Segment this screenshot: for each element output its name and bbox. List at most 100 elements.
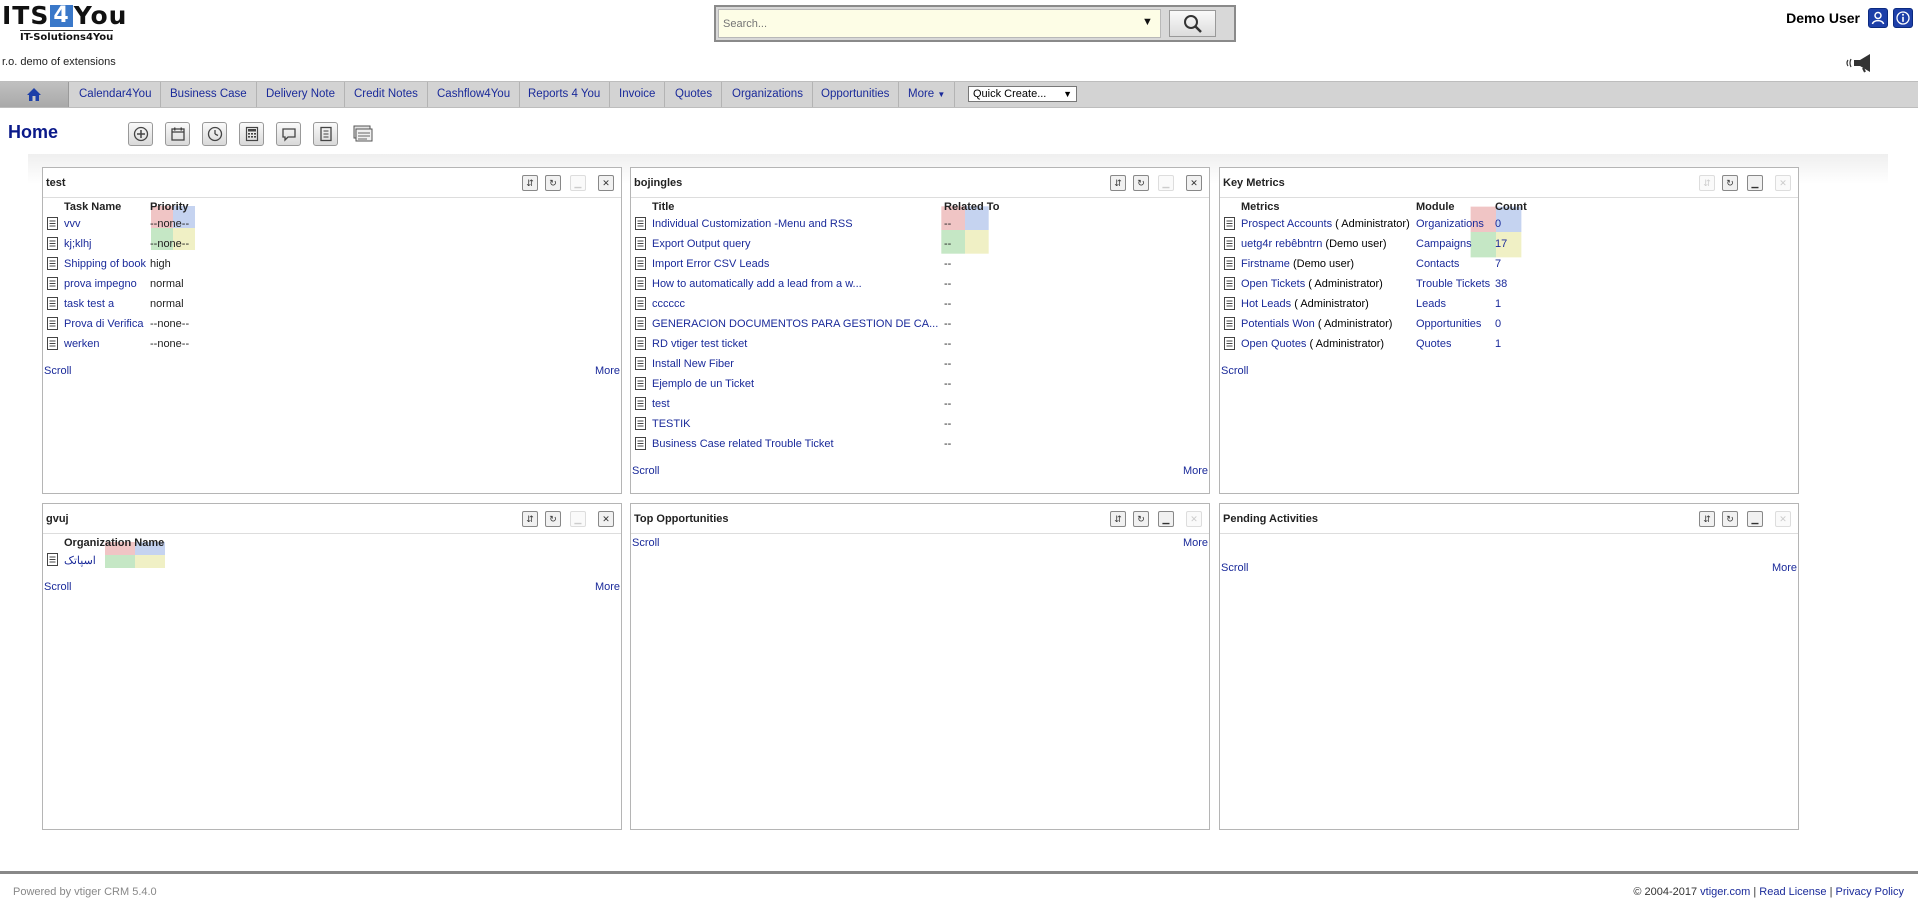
metric-module-link[interactable]: Leads <box>1416 298 1446 310</box>
add-widget-button[interactable] <box>128 122 153 146</box>
read-license-link[interactable]: Read License <box>1759 886 1826 898</box>
tab-credit-notes[interactable]: Credit Notes <box>345 82 428 107</box>
metric-count-link[interactable]: 1 <box>1495 298 1501 310</box>
widget-minimize-icon[interactable]: ▁ <box>1158 511 1174 527</box>
widget-scroll-link[interactable]: Scroll <box>632 537 660 549</box>
widget-refresh-icon[interactable]: ↻ <box>1133 511 1149 527</box>
layout-settings-button[interactable] <box>350 122 375 146</box>
tab-quotes[interactable]: Quotes <box>666 82 723 107</box>
quick-create-select[interactable]: Quick Create... ▼ <box>968 86 1077 102</box>
widget-more-link[interactable]: More <box>1183 537 1208 549</box>
tab-opportunities[interactable]: Opportunities <box>812 82 900 107</box>
widget-refresh-icon[interactable]: ↻ <box>1133 175 1149 191</box>
task-name-link[interactable]: kj;klhj <box>64 238 146 250</box>
organization-name-link[interactable]: اسپاتک <box>64 554 96 567</box>
privacy-policy-link[interactable]: Privacy Policy <box>1836 886 1904 898</box>
widget-settings-icon[interactable]: ⇵ <box>1110 511 1126 527</box>
ticket-title-link[interactable]: Import Error CSV Leads <box>652 258 942 270</box>
metric-name-link[interactable]: Open Tickets <box>1241 278 1305 290</box>
tab-organizations[interactable]: Organizations <box>723 82 813 107</box>
widget-settings-icon[interactable]: ⇵ <box>1110 175 1126 191</box>
its4you-logo[interactable]: ITS 4 You IT-Solutions4You <box>2 3 162 44</box>
metric-count-link[interactable]: 0 <box>1495 318 1501 330</box>
metric-name-link[interactable]: Hot Leads <box>1241 298 1291 310</box>
widget-minimize-icon[interactable]: ▁ <box>1747 175 1763 191</box>
widget-settings-icon[interactable]: ⇵ <box>522 511 538 527</box>
widget-scroll-link[interactable]: Scroll <box>1221 562 1249 574</box>
widget-more-link[interactable]: More <box>595 365 620 377</box>
metric-module-link[interactable]: Trouble Tickets <box>1416 278 1490 290</box>
task-name-link[interactable]: Prova di Verifica <box>64 318 148 330</box>
user-preferences-icon[interactable] <box>1868 8 1888 28</box>
column-header-count[interactable]: Count <box>1495 201 1527 213</box>
metric-count-link[interactable]: 1 <box>1495 338 1501 350</box>
widget-scroll-link[interactable]: Scroll <box>44 365 72 377</box>
widget-refresh-icon[interactable]: ↻ <box>1722 511 1738 527</box>
task-name-link[interactable]: Shipping of book <box>64 258 148 270</box>
metric-name-link[interactable]: Open Quotes <box>1241 338 1306 350</box>
nav-home-tab[interactable] <box>0 82 69 107</box>
metric-module-link[interactable]: Quotes <box>1416 338 1451 350</box>
search-input[interactable] <box>718 9 1161 38</box>
ticket-title-link[interactable]: RD vtiger test ticket <box>652 338 942 350</box>
ticket-title-link[interactable]: GENERACION DOCUMENTOS PARA GESTION DE CA… <box>652 318 942 330</box>
metric-count-link[interactable]: 7 <box>1495 258 1501 270</box>
tab-more[interactable]: More ▼ <box>899 82 956 107</box>
ticket-title-link[interactable]: How to automatically add a lead from a w… <box>652 278 942 290</box>
task-name-link[interactable]: prova impegno <box>64 278 146 290</box>
ticket-title-link[interactable]: TESTIK <box>652 418 942 430</box>
column-header-metrics[interactable]: Metrics <box>1241 201 1280 213</box>
vtiger-link[interactable]: vtiger.com <box>1700 886 1750 898</box>
widget-close-icon[interactable]: ✕ <box>598 511 614 527</box>
metric-count-link[interactable]: 17 <box>1495 238 1507 250</box>
widget-refresh-icon[interactable]: ↻ <box>545 511 561 527</box>
metric-count-link[interactable]: 0 <box>1495 218 1501 230</box>
column-header-task-name[interactable]: Task Name <box>64 201 121 213</box>
column-header-module[interactable]: Module <box>1416 201 1455 213</box>
tab-cashflow4you[interactable]: Cashflow4You <box>428 82 521 107</box>
widget-more-link[interactable]: More <box>1183 465 1208 477</box>
widget-more-link[interactable]: More <box>595 581 620 593</box>
widget-close-icon[interactable]: ✕ <box>1186 175 1202 191</box>
tab-reports-4-you[interactable]: Reports 4 You <box>519 82 611 107</box>
search-button[interactable] <box>1169 10 1216 37</box>
widget-minimize-icon[interactable]: ▁ <box>1747 511 1763 527</box>
column-header-priority[interactable]: Priority <box>150 201 189 213</box>
ticket-title-link[interactable]: Ejemplo de un Ticket <box>652 378 942 390</box>
metric-name-link[interactable]: Prospect Accounts <box>1241 218 1332 230</box>
widget-refresh-icon[interactable]: ↻ <box>545 175 561 191</box>
widget-scroll-link[interactable]: Scroll <box>44 581 72 593</box>
notebook-button[interactable] <box>313 122 338 146</box>
task-name-link[interactable]: vvv <box>64 218 146 230</box>
metric-count-link[interactable]: 38 <box>1495 278 1507 290</box>
add-todo-button[interactable] <box>202 122 227 146</box>
column-header-organization-name[interactable]: Organization Name <box>64 537 164 549</box>
task-name-link[interactable]: werken <box>64 338 146 350</box>
ticket-title-link[interactable]: Export Output query <box>652 238 942 250</box>
user-name[interactable]: Demo User <box>1786 10 1860 26</box>
metric-module-link[interactable]: Opportunities <box>1416 318 1481 330</box>
chat-button[interactable] <box>276 122 301 146</box>
widget-refresh-icon[interactable]: ↻ <box>1722 175 1738 191</box>
widget-settings-icon[interactable]: ⇵ <box>1699 511 1715 527</box>
metric-module-link[interactable]: Organizations <box>1416 218 1484 230</box>
widget-scroll-link[interactable]: Scroll <box>632 465 660 477</box>
info-icon[interactable] <box>1893 8 1913 28</box>
add-event-button[interactable] <box>165 122 190 146</box>
widget-settings-icon[interactable]: ⇵ <box>522 175 538 191</box>
ticket-title-link[interactable]: cccccc <box>652 298 942 310</box>
tab-delivery-note[interactable]: Delivery Note <box>257 82 346 107</box>
metric-name-link[interactable]: Potentials Won <box>1241 318 1315 330</box>
widget-more-link[interactable]: More <box>1772 562 1797 574</box>
search-dropdown-arrow-icon[interactable]: ▼ <box>1142 16 1154 30</box>
tab-business-case[interactable]: Business Case <box>161 82 257 107</box>
tab-calendar4you[interactable]: Calendar4You <box>70 82 162 107</box>
metric-module-link[interactable]: Contacts <box>1416 258 1459 270</box>
task-name-link[interactable]: task test a <box>64 298 146 310</box>
ticket-title-link[interactable]: Install New Fiber <box>652 358 942 370</box>
widget-scroll-link[interactable]: Scroll <box>1221 365 1249 377</box>
column-header-title[interactable]: Title <box>652 201 674 213</box>
column-header-related-to[interactable]: Related To <box>944 201 999 213</box>
metric-name-link[interactable]: Firstname <box>1241 258 1290 270</box>
ticket-title-link[interactable]: Business Case related Trouble Ticket <box>652 438 942 450</box>
